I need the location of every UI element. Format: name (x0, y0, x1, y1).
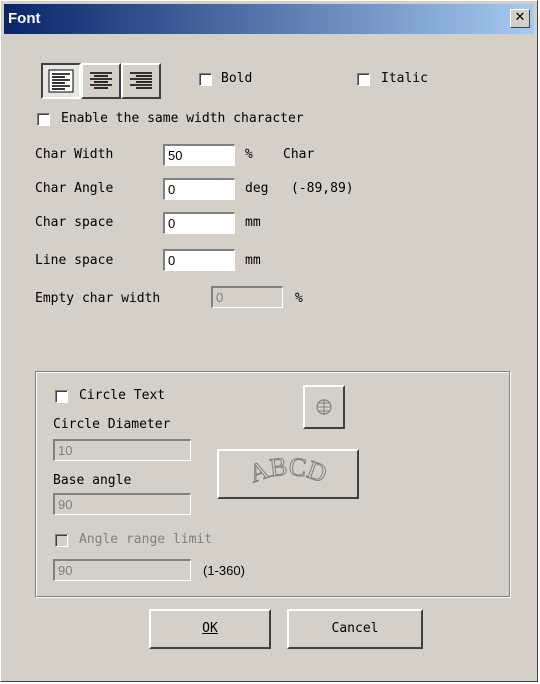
base-angle-input (53, 493, 191, 515)
align-right-icon (130, 72, 152, 89)
char-angle-unit: deg (245, 181, 269, 196)
circle-text-icon (316, 399, 332, 415)
arc-text-preview: ABCD (245, 451, 332, 489)
char-width-input[interactable] (163, 144, 235, 166)
ok-button-label: OK (202, 621, 218, 636)
title-bar[interactable]: Font ✕ (4, 4, 534, 34)
circle-text-checkbox[interactable] (55, 390, 68, 403)
bold-checkbox[interactable] (199, 73, 212, 86)
char-angle-range: (-89,89) (291, 181, 354, 196)
empty-char-width-unit: % (295, 291, 303, 306)
align-left-icon (48, 69, 74, 93)
empty-char-width-input (211, 286, 283, 308)
angle-range-limit-label: Angle range limit (79, 532, 213, 547)
dialog-title: Font (8, 10, 41, 27)
circle-settings-button[interactable] (303, 385, 345, 429)
angle-range-limit-input (53, 559, 191, 581)
close-button[interactable]: ✕ (510, 9, 530, 28)
char-space-input[interactable] (163, 212, 235, 234)
circle-diameter-label: Circle Diameter (53, 417, 171, 432)
char-width-suffix: Char (283, 147, 315, 162)
line-space-input[interactable] (163, 249, 235, 271)
arc-preview-text: ABCD (245, 451, 332, 489)
circle-diameter-input (53, 439, 191, 461)
circle-text-label: Circle Text (79, 388, 166, 403)
italic-label: Italic (381, 71, 428, 86)
close-icon: ✕ (514, 10, 526, 25)
cancel-button-label: Cancel (331, 621, 379, 636)
align-right-button[interactable] (121, 63, 161, 99)
align-left-button[interactable] (41, 63, 81, 99)
angle-range-limit-checkbox (55, 534, 68, 547)
base-angle-label: Base angle (53, 473, 132, 488)
italic-checkbox[interactable] (357, 73, 370, 86)
empty-char-width-label: Empty char width (35, 291, 161, 306)
char-width-unit: % (245, 147, 253, 162)
same-width-checkbox[interactable] (37, 113, 50, 126)
align-center-icon (90, 72, 112, 89)
cancel-button[interactable]: Cancel (287, 609, 423, 649)
char-space-label: Char space (35, 215, 114, 230)
svg-text:ABCD: ABCD (245, 452, 331, 489)
font-dialog: Font ✕ Bold Italic Enable the same width… (0, 0, 538, 682)
line-space-unit: mm (245, 253, 261, 268)
align-center-button[interactable] (81, 63, 121, 99)
ok-button[interactable]: OK (149, 609, 271, 649)
char-width-label: Char Width (35, 147, 114, 162)
char-angle-input[interactable] (163, 178, 235, 200)
line-space-label: Line space (35, 253, 114, 268)
char-angle-label: Char Angle (35, 181, 114, 196)
arc-preview-button[interactable]: ABCD (217, 449, 359, 499)
bold-label: Bold (221, 71, 253, 86)
char-space-unit: mm (245, 215, 261, 230)
same-width-label: Enable the same width character (61, 111, 304, 126)
angle-range-limit-hint: (1-360) (203, 563, 245, 578)
